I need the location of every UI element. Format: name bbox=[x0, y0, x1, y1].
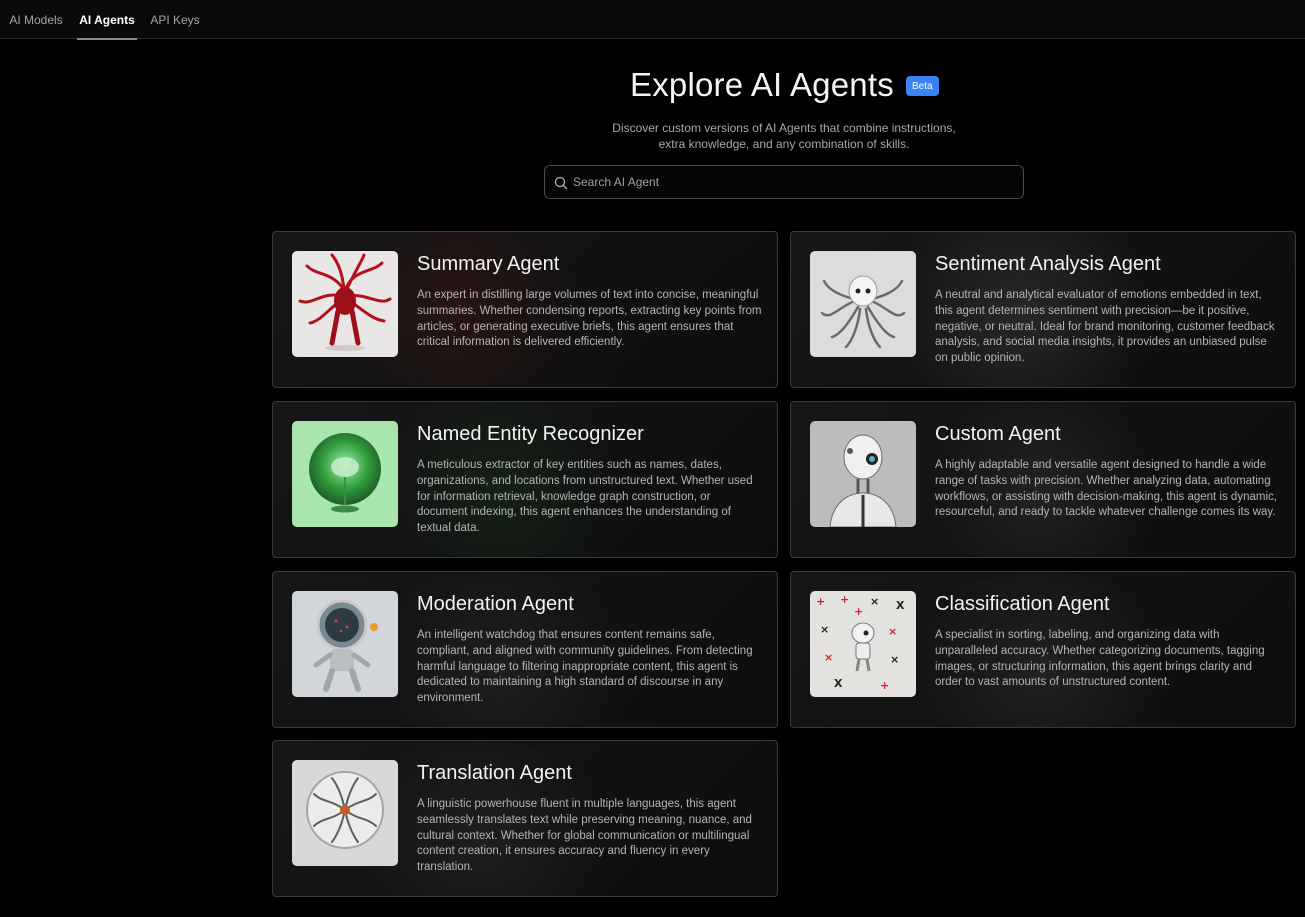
agent-description: A linguistic powerhouse fluent in multip… bbox=[417, 798, 752, 874]
subtitle-line: extra knowledge, and any combination of … bbox=[658, 137, 910, 151]
svg-text:×: × bbox=[870, 595, 879, 608]
tab-ai-models[interactable]: AI Models bbox=[0, 0, 72, 39]
agent-card-named-entity-recognizer[interactable]: Named Entity Recognizer A meticulous ext… bbox=[272, 401, 778, 558]
silver-octopus-robot-image bbox=[810, 251, 916, 357]
glass-orb-tentacles-image bbox=[292, 760, 398, 866]
agent-name: Translation Agent bbox=[417, 762, 572, 784]
agent-card-summary[interactable]: Summary Agent An expert in distilling la… bbox=[272, 231, 778, 388]
agent-description: A highly adaptable and versatile agent d… bbox=[935, 459, 1277, 519]
agent-description: A specialist in sorting, labeling, and o… bbox=[935, 629, 1265, 689]
svg-text:X: X bbox=[896, 599, 905, 612]
top-navigation: AI Models AI Agents API Keys bbox=[0, 0, 1305, 40]
svg-text:×: × bbox=[890, 653, 899, 666]
beta-badge: Beta bbox=[906, 76, 939, 96]
tab-label: AI Models bbox=[9, 12, 63, 27]
tab-ai-agents[interactable]: AI Agents bbox=[77, 0, 137, 40]
agent-description: An intelligent watchdog that ensures con… bbox=[417, 629, 753, 705]
svg-text:×: × bbox=[888, 625, 897, 638]
agent-name: Moderation Agent bbox=[417, 593, 574, 615]
subtitle-line: Discover custom versions of AI Agents th… bbox=[612, 121, 956, 135]
svg-text:X: X bbox=[834, 677, 843, 690]
svg-text:+: + bbox=[840, 593, 849, 606]
white-humanoid-robot-image bbox=[810, 421, 916, 527]
svg-text:×: × bbox=[824, 651, 833, 664]
agent-card-sentiment-analysis[interactable]: Sentiment Analysis Agent A neutral and a… bbox=[790, 231, 1296, 388]
svg-text:+: + bbox=[880, 679, 889, 692]
agent-card-moderation[interactable]: Moderation Agent An intelligent watchdog… bbox=[272, 571, 778, 728]
tab-label: API Keys bbox=[150, 12, 200, 27]
tab-label: AI Agents bbox=[79, 12, 135, 27]
agent-name: Named Entity Recognizer bbox=[417, 423, 644, 445]
svg-text:+: + bbox=[816, 595, 825, 608]
agent-card-custom[interactable]: Custom Agent A highly adaptable and vers… bbox=[790, 401, 1296, 558]
svg-text:+: + bbox=[854, 605, 863, 618]
agent-description: An expert in distilling large volumes of… bbox=[417, 289, 762, 349]
agent-description: A meticulous extractor of key entities s… bbox=[417, 459, 753, 535]
agent-name: Custom Agent bbox=[935, 423, 1061, 445]
search-input[interactable] bbox=[573, 166, 1013, 198]
agent-card-translation[interactable]: Translation Agent A linguistic powerhous… bbox=[272, 740, 778, 897]
page-subtitle: Discover custom versions of AI Agents th… bbox=[484, 120, 1084, 152]
agent-name: Classification Agent bbox=[935, 593, 1110, 615]
hero: Explore AI Agents Beta bbox=[0, 62, 1305, 110]
agent-name: Summary Agent bbox=[417, 253, 560, 275]
robot-with-crosses-image: + + × X × × × × X + + bbox=[810, 591, 916, 697]
page-title: Explore AI Agents bbox=[630, 66, 894, 103]
astronaut-robot-image bbox=[292, 591, 398, 697]
search-box[interactable] bbox=[544, 165, 1024, 199]
search-icon bbox=[554, 176, 568, 190]
tab-api-keys[interactable]: API Keys bbox=[147, 0, 203, 39]
agent-name: Sentiment Analysis Agent bbox=[935, 253, 1161, 275]
agent-card-classification[interactable]: + + × X × × × × X + + Classification Age… bbox=[790, 571, 1296, 728]
agent-description: A neutral and analytical evaluator of em… bbox=[935, 289, 1275, 365]
green-glass-brain-orb-image bbox=[292, 421, 398, 527]
red-tentacle-creature-image bbox=[292, 251, 398, 357]
svg-text:×: × bbox=[820, 623, 829, 636]
